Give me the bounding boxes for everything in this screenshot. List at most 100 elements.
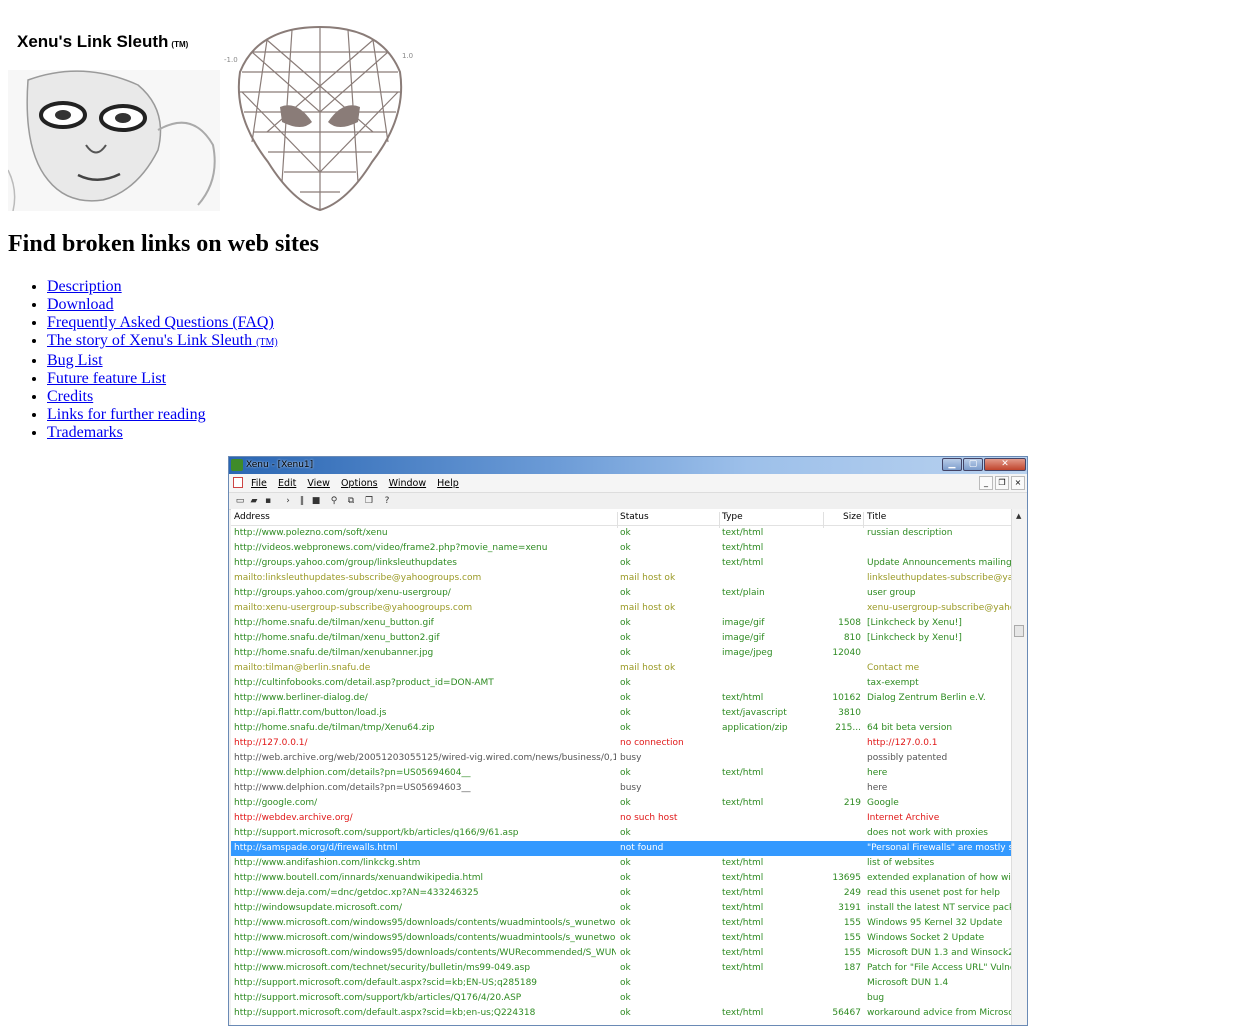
mdi-close-icon[interactable]: × xyxy=(1011,476,1025,490)
nav-link-further-reading[interactable]: Links for further reading xyxy=(47,406,206,423)
table-row[interactable]: http://www.microsoft.com/windows95/downl… xyxy=(231,916,1012,931)
col-header-size[interactable]: Size xyxy=(843,512,861,522)
col-header-status[interactable]: Status xyxy=(620,512,649,522)
window-icon[interactable]: ❐ xyxy=(363,495,375,507)
table-row[interactable]: http://api.flattr.com/button/load.js ok te… xyxy=(231,706,1012,721)
mdi-minimize-icon[interactable]: _ xyxy=(979,476,993,490)
table-row[interactable]: http://www.microsoft.com/technet/securit… xyxy=(231,961,1012,976)
table-row[interactable]: http://home.snafu.de/tilman/xenu_button.… xyxy=(231,616,1012,631)
col-header-title[interactable]: Title xyxy=(867,512,886,522)
pause-icon[interactable]: ‖ xyxy=(296,495,308,507)
table-row[interactable]: http://samspade.org/d/firewalls.html not … xyxy=(231,841,1012,856)
stop-icon[interactable]: ■ xyxy=(310,495,322,507)
table-row[interactable]: mailto:xenu-usergroup-subscribe@yahoogro… xyxy=(231,601,1012,616)
table-row[interactable]: http://support.microsoft.com/support/kb/… xyxy=(231,991,1012,1006)
table-row[interactable]: http://www.delphion.com/details?pn=US056… xyxy=(231,781,1012,796)
cell-status: no such host xyxy=(620,813,678,823)
cell-type: text/html xyxy=(722,903,764,913)
nav-item: Frequently Asked Questions (FAQ) xyxy=(47,314,278,332)
table-row[interactable]: http://groups.yahoo.com/group/xenu-userg… xyxy=(231,586,1012,601)
cell-status: ok xyxy=(620,723,631,733)
menu-help[interactable]: Help xyxy=(437,478,459,489)
play-icon[interactable]: › xyxy=(282,495,294,507)
cell-type: text/html xyxy=(722,858,764,868)
vertical-scrollbar[interactable]: ▲ xyxy=(1011,509,1027,1025)
help-icon[interactable]: ? xyxy=(381,495,393,507)
table-row[interactable]: http://videos.webpronews.com/video/frame… xyxy=(231,541,1012,556)
new-icon[interactable]: ▭ xyxy=(234,495,246,507)
nav-link-trademarks[interactable]: Trademarks xyxy=(47,424,123,441)
table-row[interactable]: http://home.snafu.de/tilman/xenubanner.j… xyxy=(231,646,1012,661)
table-row[interactable]: http://home.snafu.de/tilman/tmp/Xenu64.z… xyxy=(231,721,1012,736)
nav-link-download[interactable]: Download xyxy=(47,296,114,313)
table-row[interactable]: http://windowsupdate.microsoft.com/ok tex… xyxy=(231,901,1012,916)
nav-link-faq[interactable]: Frequently Asked Questions (FAQ) xyxy=(47,314,274,331)
open-icon[interactable]: ▰ xyxy=(248,495,260,507)
cell-address: http://groups.yahoo.com/group/xenu-userg… xyxy=(234,588,451,598)
nav-link-description[interactable]: Description xyxy=(47,278,122,295)
save-icon[interactable]: ▪ xyxy=(262,495,274,507)
table-row[interactable]: http://home.snafu.de/tilman/xenu_button2… xyxy=(231,631,1012,646)
table-row[interactable]: http://support.microsoft.com/support/kb/… xyxy=(231,826,1012,841)
cell-status: ok xyxy=(620,903,631,913)
cell-address: mailto:xenu-usergroup-subscribe@yahoogro… xyxy=(234,603,473,613)
maximize-icon[interactable]: ▢ xyxy=(963,458,983,471)
table-row[interactable]: http://www.delphion.com/details?pn=US056… xyxy=(231,766,1012,781)
table-row[interactable]: http://www.berliner-dialog.de/ok text/htm… xyxy=(231,691,1012,706)
minimize-icon[interactable]: ▁ xyxy=(942,458,962,471)
cell-size: 1508 xyxy=(838,618,861,628)
cell-address: http://home.snafu.de/tilman/tmp/Xenu64.z… xyxy=(234,723,435,733)
menu-window[interactable]: Window xyxy=(389,478,426,489)
table-row[interactable]: http://support.microsoft.com/default.asp… xyxy=(231,976,1012,991)
cell-title: Microsoft DUN 1.3 and Winsock2 Y2K xyxy=(867,948,1012,958)
cell-title: install the latest NT service packs xyxy=(867,903,1012,913)
table-header: Address Status Type Size Title xyxy=(231,509,1012,528)
table-row[interactable]: http://www.polezno.com/soft/xenu ok text/h… xyxy=(231,526,1012,541)
cell-address: http://home.snafu.de/tilman/xenu_button2… xyxy=(234,633,440,643)
cell-address: http://127.0.0.1/ xyxy=(234,738,308,748)
alien-wireframe-image: -1.0 1.0 xyxy=(224,25,413,212)
cell-status: ok xyxy=(620,798,631,808)
table-row[interactable]: http://cultinfobooks.com/detail.asp?prod… xyxy=(231,676,1012,691)
table-row[interactable]: http://google.com/ok text/html 219 Google xyxy=(231,796,1012,811)
cell-type: image/gif xyxy=(722,633,765,643)
mdi-window-controls: _ ❐ × xyxy=(977,476,1025,490)
close-icon[interactable]: ✕ xyxy=(984,458,1026,471)
table-row[interactable]: mailto:tilman@berlin.snafu.de mail host o… xyxy=(231,661,1012,676)
table-row[interactable]: http://support.microsoft.com/default.asp… xyxy=(231,1006,1012,1021)
table-row[interactable]: http://www.microsoft.com/windows95/downl… xyxy=(231,931,1012,946)
col-header-address[interactable]: Address xyxy=(234,512,270,522)
cell-status: ok xyxy=(620,618,631,628)
cell-title: does not work with proxies xyxy=(867,828,988,838)
cell-address: http://cultinfobooks.com/detail.asp?prod… xyxy=(234,678,494,688)
menu-view[interactable]: View xyxy=(307,478,330,489)
copy-icon[interactable]: ⧉ xyxy=(345,495,357,507)
cell-status: mail host ok xyxy=(620,603,676,613)
table-row[interactable]: http://www.boutell.com/innards/xenuandwi… xyxy=(231,871,1012,886)
cell-status: ok xyxy=(620,1008,631,1018)
nav-link-future-features[interactable]: Future feature List xyxy=(47,370,166,387)
table-row[interactable]: http://webdev.archive.org/no such host In… xyxy=(231,811,1012,826)
menu-edit[interactable]: Edit xyxy=(278,478,296,489)
nav-link-story[interactable]: The story of Xenu's Link Sleuth (TM) xyxy=(47,332,278,349)
table-row[interactable]: http://127.0.0.1/no connection http://127… xyxy=(231,736,1012,751)
nav-link-credits[interactable]: Credits xyxy=(47,388,93,405)
scroll-up-icon[interactable]: ▲ xyxy=(1016,512,1021,520)
table-row[interactable]: http://groups.yahoo.com/group/linksleuth… xyxy=(231,556,1012,571)
cell-type: text/html xyxy=(722,693,764,703)
app-titlebar: Xenu - [Xenu1] ▁ ▢ ✕ xyxy=(229,457,1027,474)
nav-link-bug-list[interactable]: Bug List xyxy=(47,352,103,369)
table-row[interactable]: http://www.deja.com/=dnc/getdoc.xp?AN=43… xyxy=(231,886,1012,901)
menu-options[interactable]: Options xyxy=(341,478,378,489)
table-row[interactable]: http://www.microsoft.com/windows95/downl… xyxy=(231,946,1012,961)
col-header-type[interactable]: Type xyxy=(722,512,743,522)
mdi-restore-icon[interactable]: ❐ xyxy=(995,476,1009,490)
find-icon[interactable]: ⚲ xyxy=(328,495,340,507)
cell-size: 56467 xyxy=(832,1008,861,1018)
cell-type: text/plain xyxy=(722,588,765,598)
table-row[interactable]: mailto:linksleuthupdates-subscribe@yahoo… xyxy=(231,571,1012,586)
table-row[interactable]: http://www.andifashion.com/linkckg.shtm o… xyxy=(231,856,1012,871)
table-row[interactable]: http://web.archive.org/web/2005120305512… xyxy=(231,751,1012,766)
scroll-thumb[interactable] xyxy=(1014,625,1024,637)
menu-file[interactable]: File xyxy=(251,478,267,489)
